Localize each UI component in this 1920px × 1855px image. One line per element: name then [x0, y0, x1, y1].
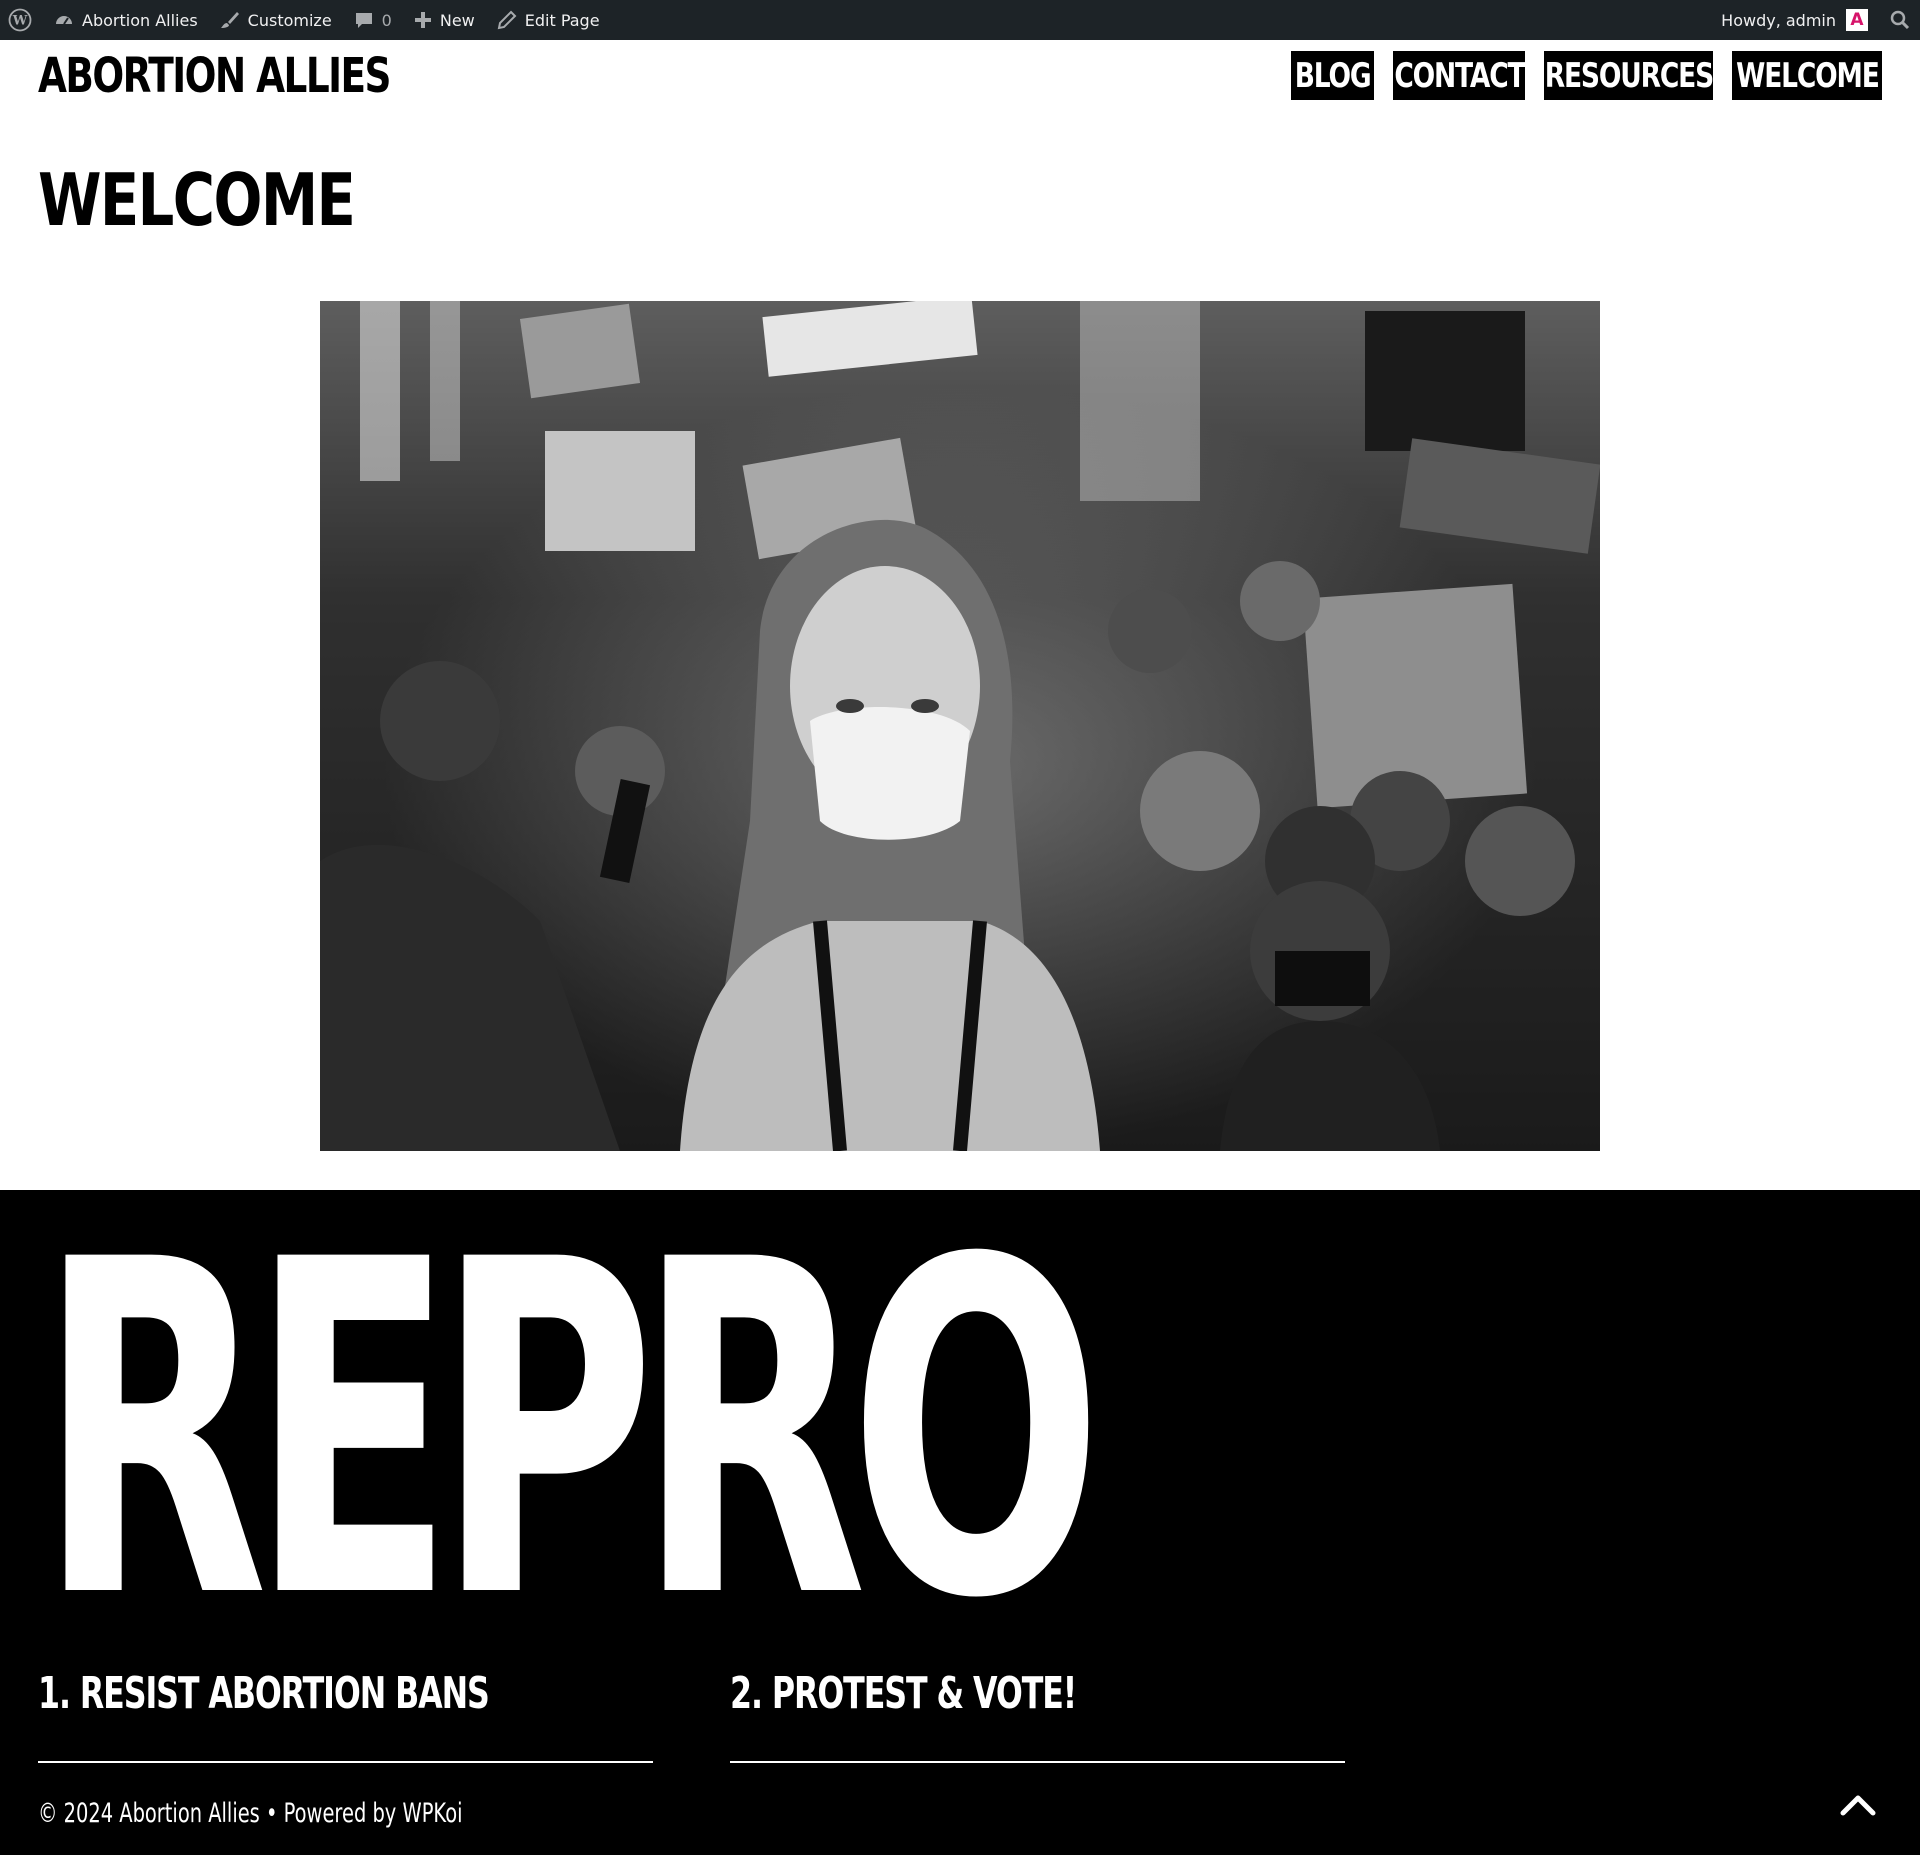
admin-search-icon[interactable]: [1879, 0, 1920, 40]
comments-link[interactable]: 0: [343, 0, 403, 40]
chevron-up-icon: [1840, 1795, 1876, 1816]
nav-item-welcome[interactable]: WELCOME: [1732, 51, 1882, 100]
admin-bar-site-link[interactable]: Abortion Allies: [43, 0, 209, 40]
nav-label-contact: CONTACT: [1393, 55, 1525, 96]
site-title[interactable]: ABORTION ALLIES: [38, 48, 391, 104]
site-footer: REPRO 1. RESIST ABORTION BANS 2. PROTEST…: [0, 1190, 1920, 1855]
paintbrush-icon: [220, 12, 239, 28]
main-navigation: BLOG CONTACT RESOURCES WELCOME: [1291, 51, 1882, 100]
my-account-menu[interactable]: Howdy, admin A: [1710, 0, 1879, 40]
edit-page-label: Edit Page: [524, 10, 600, 30]
comment-bubble-icon: [355, 13, 372, 28]
footer-big-word: REPRO: [38, 1164, 1103, 1699]
wordpress-logo-icon[interactable]: W: [0, 0, 43, 40]
avatar-letter: A: [1850, 10, 1864, 30]
admin-bar-site-name: Abortion Allies: [82, 10, 198, 30]
dashboard-icon: [56, 16, 72, 25]
customize-label: Customize: [247, 10, 332, 30]
new-label: New: [439, 10, 475, 30]
footer-heading-resist: 1. RESIST ABORTION BANS: [38, 1668, 490, 1719]
page-title: WELCOME: [38, 158, 356, 242]
admin-bar: W Abortion Allies Customize 0 New Edit P…: [0, 0, 1920, 40]
howdy-greeting: Howdy, admin: [1721, 10, 1836, 30]
nav-item-blog[interactable]: BLOG: [1291, 51, 1374, 100]
avatar: A: [1846, 9, 1868, 31]
footer-widget-2: 2. PROTEST & VOTE!: [730, 1668, 1345, 1763]
footer-copyright: © 2024 Abortion Allies • Powered by WPKo…: [38, 1798, 463, 1829]
plus-icon: [414, 12, 431, 28]
comments-count: 0: [381, 10, 392, 30]
svg-text:W: W: [12, 14, 28, 29]
scroll-to-top-button[interactable]: [1838, 1784, 1878, 1824]
featured-protest-photo: [320, 301, 1600, 1151]
pencil-icon: [497, 10, 517, 30]
nav-label-welcome: WELCOME: [1735, 55, 1880, 96]
edit-page-link[interactable]: Edit Page: [486, 0, 611, 40]
nav-label-blog: BLOG: [1294, 55, 1372, 96]
customize-link[interactable]: Customize: [209, 0, 343, 40]
footer-heading-protest: 2. PROTEST & VOTE!: [730, 1668, 1077, 1719]
nav-item-contact[interactable]: CONTACT: [1393, 51, 1525, 100]
footer-widget-1: 1. RESIST ABORTION BANS: [38, 1668, 653, 1763]
nav-item-resources[interactable]: RESOURCES: [1544, 51, 1714, 100]
new-content-link[interactable]: New: [403, 0, 486, 40]
nav-label-resources: RESOURCES: [1544, 55, 1713, 96]
